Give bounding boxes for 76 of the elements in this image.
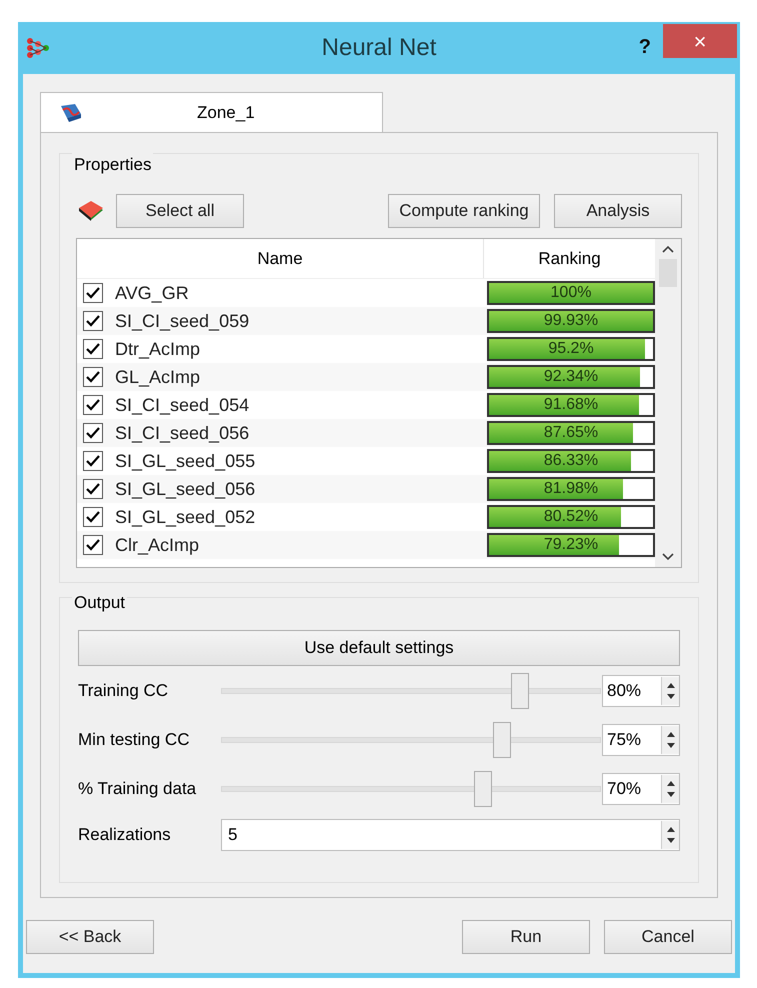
property-name: AVG_GR — [115, 282, 189, 304]
checkbox[interactable] — [83, 395, 103, 415]
zone-icon — [59, 102, 83, 124]
property-name: GL_AcImp — [115, 366, 200, 389]
button[interactable]: Analysis — [554, 194, 682, 228]
button[interactable]: Select all — [116, 194, 244, 228]
property-name: Dtr_AcImp — [115, 338, 200, 361]
property-name: SI_CI_seed_056 — [115, 422, 250, 444]
property-name: Clr_AcImp — [115, 534, 200, 557]
help-button[interactable]: ? — [638, 32, 651, 62]
check-icon — [86, 483, 100, 495]
checkbox[interactable] — [83, 311, 103, 331]
checkbox[interactable] — [83, 535, 103, 555]
property-name: SI_GL_seed_055 — [115, 450, 256, 472]
property-name: SI_GL_seed_056 — [115, 478, 256, 500]
slider-thumb[interactable] — [492, 722, 510, 758]
spinner-arrows[interactable] — [661, 774, 679, 802]
slider-label: Min testing CC — [78, 728, 190, 751]
ranking-value: 95.2% — [547, 339, 595, 359]
check-icon — [86, 511, 100, 523]
scroll-down-icon[interactable] — [662, 553, 674, 561]
spinner-arrows[interactable] — [661, 676, 679, 704]
checkbox[interactable] — [83, 367, 103, 387]
realizations-field[interactable]: 5 — [221, 819, 680, 851]
ranking-value: 92.34% — [542, 367, 600, 387]
ranking-value: 87.65% — [542, 423, 600, 443]
percent-field[interactable]: 75% — [602, 724, 680, 756]
checkbox[interactable] — [83, 451, 103, 471]
check-icon — [86, 399, 100, 411]
property-name: SI_GL_seed_052 — [115, 506, 256, 528]
check-icon — [86, 371, 100, 383]
slider-label: Training CC — [78, 680, 170, 702]
scrollbar[interactable] — [655, 239, 681, 567]
button[interactable]: << Back — [26, 920, 154, 954]
check-icon — [86, 343, 100, 355]
scroll-up-icon[interactable] — [662, 245, 674, 253]
slider-label: % Training data — [78, 778, 198, 800]
field-label: Realizations — [78, 824, 172, 846]
default-settings-button[interactable]: Use default settings — [78, 630, 680, 666]
percent-field[interactable]: 70% — [602, 772, 680, 804]
ranking-value: 99.93% — [542, 311, 600, 331]
checkbox[interactable] — [83, 479, 103, 499]
window-title: Neural Net — [322, 33, 436, 63]
slider[interactable] — [221, 722, 601, 758]
slider-thumb[interactable] — [510, 672, 529, 708]
slider-thumb[interactable] — [474, 770, 492, 806]
ranking-value: 91.68% — [542, 395, 600, 415]
checkbox[interactable] — [83, 339, 103, 359]
column-header[interactable]: Name — [77, 239, 484, 278]
tab[interactable]: Zone_1 — [40, 92, 383, 132]
property-name: SI_CI_seed_054 — [115, 394, 250, 416]
check-icon — [86, 455, 100, 467]
checkbox[interactable] — [83, 507, 103, 527]
button[interactable]: Compute ranking — [388, 194, 540, 228]
slider[interactable] — [221, 770, 601, 806]
ranking-value: 86.33% — [542, 451, 600, 471]
button[interactable]: Cancel — [604, 920, 732, 954]
ranking-value: 79.23% — [542, 535, 600, 555]
checkbox[interactable] — [83, 423, 103, 443]
slider[interactable] — [221, 672, 601, 708]
checkbox[interactable] — [83, 283, 103, 303]
close-button[interactable]: × — [663, 24, 737, 58]
ranking-value: 81.98% — [542, 479, 600, 499]
property-name: SI_CI_seed_059 — [115, 310, 250, 332]
spinner-arrows[interactable] — [661, 726, 679, 754]
ranking-value: 80.52% — [542, 507, 600, 527]
check-icon — [86, 287, 100, 299]
check-icon — [86, 315, 100, 327]
spinner-arrows[interactable] — [661, 821, 679, 849]
button[interactable]: Run — [462, 920, 590, 954]
percent-field[interactable]: 80% — [602, 674, 680, 706]
ranking-value: 100% — [550, 283, 592, 303]
check-icon — [86, 427, 100, 439]
check-icon — [86, 539, 100, 551]
network-icon — [25, 36, 51, 60]
column-header[interactable]: Ranking — [484, 239, 655, 278]
